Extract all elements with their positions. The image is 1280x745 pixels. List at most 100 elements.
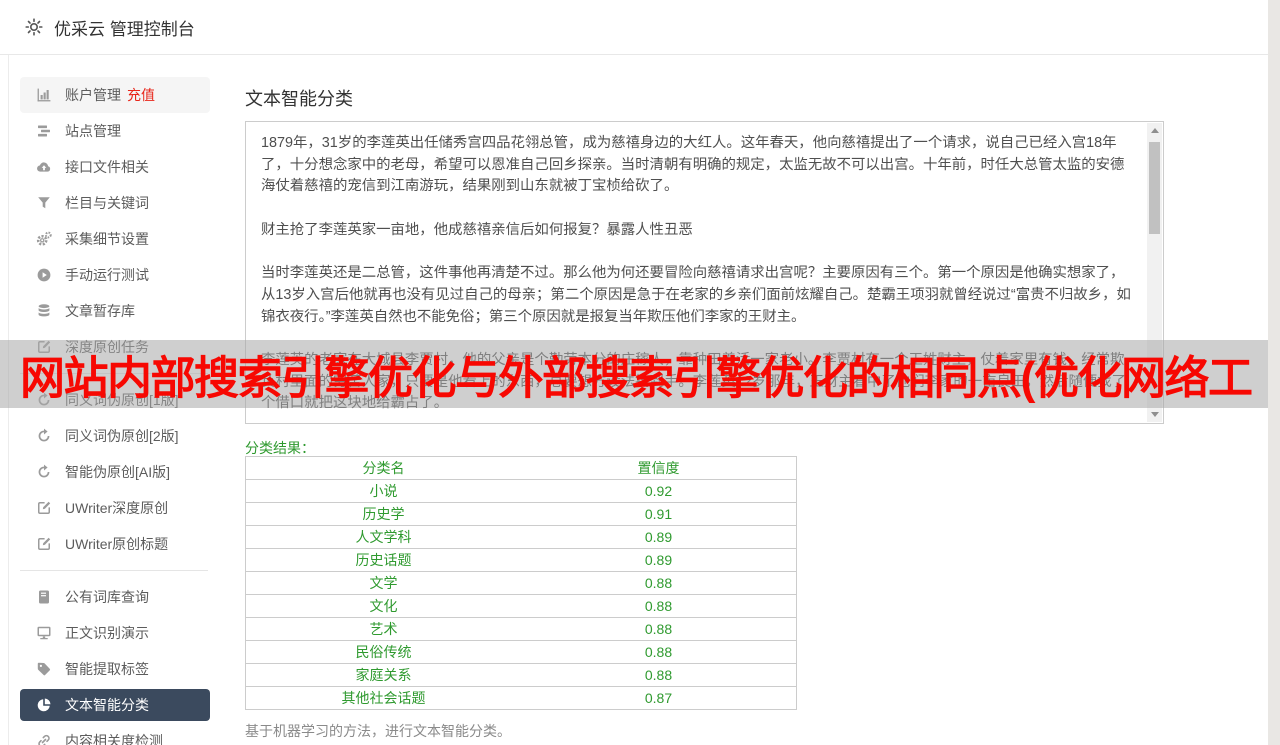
sidebar-item-manual-run[interactable]: 手动运行测试 (20, 257, 210, 293)
scroll-up-icon (1150, 128, 1159, 133)
overlay-banner-text: 网站内部搜索引擎优化与外部搜索引擎优化的相同点(优化网络工 (20, 352, 1253, 404)
confidence-cell: 0.88 (644, 575, 673, 591)
sidebar-item-columns-keywords[interactable]: 栏目与关键词 (20, 185, 210, 221)
app-window: 优采云 管理控制台 账户管理 充值 站点管理 接口文件相关 栏目与关键词 采集细… (0, 0, 1280, 745)
category-cell: 文化 (369, 598, 398, 614)
pie-chart-icon (35, 697, 52, 714)
sidebar-item-label: 采集细节设置 (65, 231, 149, 247)
category-cell: 人文学科 (355, 529, 412, 545)
play-circle-icon (35, 267, 52, 284)
database-icon (35, 303, 52, 320)
list-icon (35, 123, 52, 140)
sidebar-item-body-recognition[interactable]: 正文识别演示 (20, 615, 210, 651)
app-title: 优采云 管理控制台 (54, 19, 195, 39)
sidebar-item-label: 同义词伪原创[2版] (65, 428, 179, 444)
confidence-cell: 0.89 (644, 552, 673, 568)
confidence-cell: 0.88 (644, 644, 673, 660)
confidence-cell: 0.88 (644, 621, 673, 637)
scroll-down-button[interactable] (1147, 407, 1162, 422)
column-header-category: 分类名 (362, 460, 405, 476)
edit-icon (35, 500, 52, 517)
confidence-cell: 0.89 (644, 529, 673, 545)
sidebar-item-label: 智能伪原创[AI版] (65, 464, 171, 480)
category-cell: 文学 (369, 575, 398, 591)
feature-caption: 基于机器学习的方法，进行文本智能分类。 (245, 723, 511, 739)
sidebar-item-text-classification[interactable]: 文本智能分类 (20, 689, 210, 721)
page-title: 文本智能分类 (245, 89, 353, 109)
sidebar-item-uwriter-deep[interactable]: UWriter深度原创 (20, 490, 210, 526)
table-row: 民俗传统 0.88 (245, 641, 797, 664)
sidebar-item-label: 接口文件相关 (65, 159, 149, 175)
sidebar-item-synonym-v2[interactable]: 同义词伪原创[2版] (20, 418, 210, 454)
sidebar-item-label: 手动运行测试 (65, 267, 149, 283)
sidebar-item-account[interactable]: 账户管理 充值 (20, 77, 210, 113)
confidence-cell: 0.88 (644, 667, 673, 683)
sidebar-item-tag-extraction[interactable]: 智能提取标签 (20, 651, 210, 687)
monitor-icon (35, 625, 52, 642)
refresh-icon (35, 464, 52, 481)
category-cell: 艺术 (369, 621, 398, 637)
input-paragraph: 当时李莲英还是二总管，这件事他再清楚不过。那么他为何还要冒险向慈禧请求出宫呢？主… (261, 265, 1131, 325)
category-cell: 历史话题 (355, 552, 412, 568)
confidence-cell: 0.92 (644, 483, 673, 499)
refresh-icon (35, 428, 52, 445)
gear-icon (24, 17, 44, 37)
sidebar-item-uwriter-title[interactable]: UWriter原创标题 (20, 526, 210, 562)
scroll-down-icon (1150, 412, 1159, 417)
confidence-cell: 0.88 (644, 598, 673, 614)
confidence-cell: 0.87 (644, 690, 673, 706)
table-row: 小说 0.92 (245, 480, 797, 503)
category-cell: 家庭关系 (355, 667, 412, 683)
table-header-row: 分类名 置信度 (245, 457, 797, 480)
sidebar-item-label: 站点管理 (65, 123, 121, 139)
table-row: 历史话题 0.89 (245, 549, 797, 572)
sidebar-item-interface-files[interactable]: 接口文件相关 (20, 149, 210, 185)
category-cell: 历史学 (362, 506, 405, 522)
cloud-upload-icon (35, 159, 52, 176)
recharge-badge[interactable]: 充值 (127, 85, 155, 105)
table-row: 艺术 0.88 (245, 618, 797, 641)
sidebar-item-collection-settings[interactable]: 采集细节设置 (20, 221, 210, 257)
top-header: 优采云 管理控制台 (0, 0, 1268, 55)
classification-result-table: 分类名 置信度 小说 0.92 历史学 0.91 人文学科 0.89 历史话题 0.89… (245, 456, 797, 710)
table-row: 人文学科 0.89 (245, 526, 797, 549)
sidebar-item-article-store[interactable]: 文章暂存库 (20, 293, 210, 329)
sidebar-item-label: 正文识别演示 (65, 625, 149, 641)
sidebar-item-relevance-check[interactable]: 内容相关度检测 (20, 723, 210, 745)
sidebar-item-sites[interactable]: 站点管理 (20, 113, 210, 149)
table-row: 其他社会话题 0.87 (245, 687, 797, 710)
table-row: 文化 0.88 (245, 595, 797, 618)
table-row: 文学 0.88 (245, 572, 797, 595)
sidebar-divider (20, 570, 208, 571)
book-icon (35, 589, 52, 606)
bar-chart-icon (35, 87, 52, 104)
column-header-confidence: 置信度 (637, 460, 680, 476)
tag-icon (35, 661, 52, 678)
category-cell: 小说 (369, 483, 398, 499)
sidebar-item-public-lexicon[interactable]: 公有词库查询 (20, 579, 210, 615)
scroll-up-button[interactable] (1147, 123, 1162, 138)
sidebar-item-label: 公有词库查询 (65, 589, 149, 605)
gears-icon (35, 231, 52, 248)
sidebar-item-label: 文章暂存库 (65, 303, 135, 319)
input-paragraph: 财主抢了李莲英家一亩地，他成慈禧亲信后如何报复？暴露人性丑恶 (261, 221, 693, 238)
sidebar-item-label: 智能提取标签 (65, 661, 149, 677)
sidebar-item-ai-rewrite[interactable]: 智能伪原创[AI版] (20, 454, 210, 490)
sidebar-item-label: 账户管理 (65, 87, 121, 103)
sidebar-item-label: 栏目与关键词 (65, 195, 149, 211)
sidebar-item-label: 文本智能分类 (65, 697, 149, 713)
scrollbar-thumb[interactable] (1149, 142, 1160, 234)
confidence-cell: 0.91 (644, 506, 673, 522)
result-label: 分类结果： (245, 440, 315, 456)
table-row: 历史学 0.91 (245, 503, 797, 526)
overlay-banner: 网站内部搜索引擎优化与外部搜索引擎优化的相同点(优化网络工 (0, 340, 1268, 408)
link-icon (35, 733, 52, 745)
sidebar-item-label: UWriter深度原创 (65, 500, 169, 516)
sidebar-item-label: 内容相关度检测 (65, 733, 163, 745)
category-cell: 其他社会话题 (341, 690, 426, 706)
input-paragraph: 1879年，31岁的李莲英出任储秀宫四品花翎总管，成为慈禧身边的大红人。这年春天… (261, 135, 1125, 195)
category-cell: 民俗传统 (355, 644, 412, 660)
sidebar-item-label: UWriter原创标题 (65, 536, 169, 552)
edit-icon (35, 536, 52, 553)
funnel-icon (35, 195, 52, 212)
